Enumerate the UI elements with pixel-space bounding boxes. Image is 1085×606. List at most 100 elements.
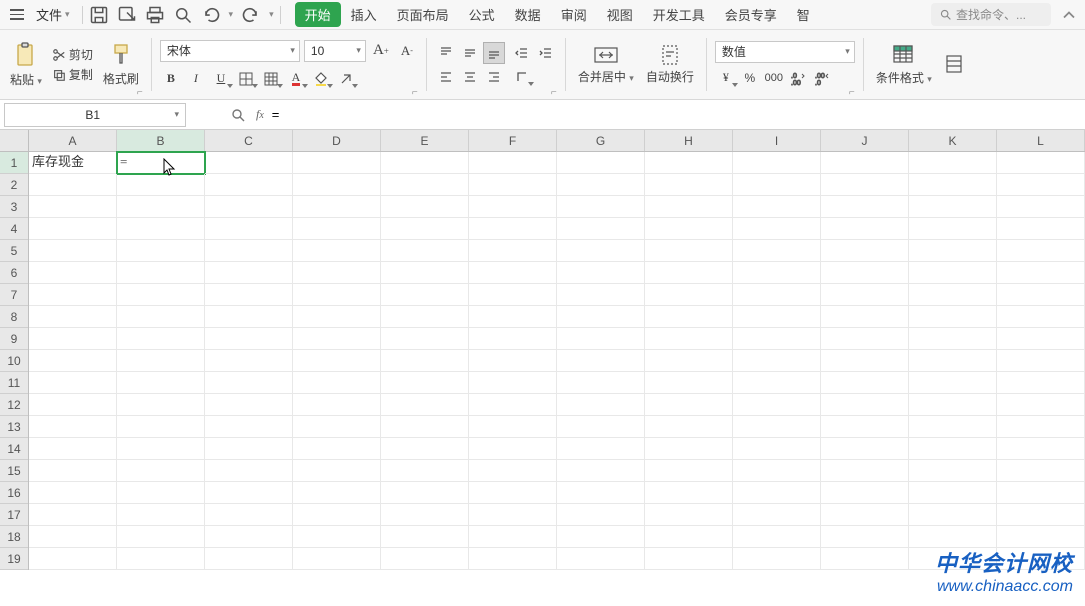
currency-icon[interactable]: ¥ (715, 67, 737, 89)
cell[interactable] (469, 526, 557, 548)
redo-icon[interactable] (241, 5, 261, 25)
cell[interactable] (733, 548, 821, 570)
cell[interactable] (381, 460, 469, 482)
row-header[interactable]: 6 (0, 262, 28, 284)
cell[interactable] (997, 152, 1085, 174)
cell[interactable] (293, 262, 381, 284)
cell[interactable] (557, 174, 645, 196)
dialog-launcher-icon[interactable]: ⌐ (137, 87, 147, 97)
cell[interactable] (381, 262, 469, 284)
cell[interactable] (469, 284, 557, 306)
row-header[interactable]: 4 (0, 218, 28, 240)
cell[interactable] (469, 328, 557, 350)
row-header[interactable]: 2 (0, 174, 28, 196)
cell[interactable] (733, 240, 821, 262)
cell[interactable] (997, 460, 1085, 482)
cell[interactable] (909, 504, 997, 526)
column-header[interactable]: K (909, 130, 997, 151)
row-header[interactable]: 15 (0, 460, 28, 482)
cell[interactable] (205, 284, 293, 306)
chevron-down-icon[interactable]: ▾ (229, 9, 234, 20)
cell[interactable] (733, 460, 821, 482)
cell[interactable] (117, 482, 205, 504)
cell[interactable] (469, 548, 557, 570)
row-header[interactable]: 11 (0, 372, 28, 394)
tab-extra[interactable]: 智 (787, 1, 820, 28)
cell[interactable] (29, 526, 117, 548)
tab-page-layout[interactable]: 页面布局 (387, 1, 459, 28)
column-header[interactable]: L (997, 130, 1085, 151)
cell[interactable] (733, 284, 821, 306)
cell[interactable] (469, 438, 557, 460)
column-header[interactable]: C (205, 130, 293, 151)
font-color-icon[interactable]: A (285, 68, 307, 90)
row-header[interactable]: 16 (0, 482, 28, 504)
cell[interactable] (293, 196, 381, 218)
cell[interactable] (469, 152, 557, 174)
cell[interactable] (29, 284, 117, 306)
cell[interactable]: 库存现金 (29, 152, 117, 174)
dialog-launcher-icon[interactable]: ⌐ (412, 87, 422, 97)
cell[interactable] (645, 218, 733, 240)
align-left-icon[interactable] (435, 66, 457, 88)
cell[interactable] (557, 416, 645, 438)
number-format-dropdown[interactable]: 数值▾ (715, 41, 855, 63)
cell[interactable] (909, 174, 997, 196)
cell[interactable] (381, 416, 469, 438)
cell[interactable] (205, 548, 293, 570)
cell[interactable] (469, 504, 557, 526)
cell[interactable] (29, 262, 117, 284)
cell[interactable] (29, 240, 117, 262)
cell[interactable] (29, 504, 117, 526)
chevron-down-icon[interactable]: ▾ (269, 9, 274, 20)
name-box[interactable]: B1 ▾ (4, 103, 186, 127)
column-header[interactable]: F (469, 130, 557, 151)
command-search[interactable]: 查找命令、... (931, 3, 1051, 26)
cell[interactable] (997, 416, 1085, 438)
cell[interactable] (205, 218, 293, 240)
cell[interactable] (293, 526, 381, 548)
cell[interactable] (557, 350, 645, 372)
cell[interactable] (205, 174, 293, 196)
cell[interactable] (909, 482, 997, 504)
cell[interactable] (909, 526, 997, 548)
undo-icon[interactable] (201, 5, 221, 25)
cell[interactable] (29, 350, 117, 372)
cell[interactable] (733, 394, 821, 416)
cell[interactable] (205, 152, 293, 174)
cell[interactable] (733, 372, 821, 394)
comma-icon[interactable]: 000 (763, 67, 785, 89)
align-bottom-icon[interactable] (483, 42, 505, 64)
cell[interactable] (381, 152, 469, 174)
collapse-ribbon-icon[interactable] (1059, 5, 1079, 25)
cell[interactable] (821, 152, 909, 174)
cell[interactable] (997, 438, 1085, 460)
cell[interactable] (381, 218, 469, 240)
column-header[interactable]: G (557, 130, 645, 151)
font-name-dropdown[interactable]: 宋体▾ (160, 40, 300, 62)
cell[interactable]: = (117, 152, 205, 174)
cell[interactable] (557, 372, 645, 394)
decrease-decimal-icon[interactable]: .00.0 (811, 67, 833, 89)
column-header[interactable]: E (381, 130, 469, 151)
cell[interactable] (909, 284, 997, 306)
cell[interactable] (557, 504, 645, 526)
cell[interactable] (997, 482, 1085, 504)
cell[interactable] (29, 372, 117, 394)
cut-button[interactable]: 剪切 (52, 46, 93, 63)
cell[interactable] (293, 438, 381, 460)
cell[interactable] (381, 504, 469, 526)
cell[interactable] (645, 328, 733, 350)
column-header[interactable]: A (29, 130, 117, 151)
row-header[interactable]: 14 (0, 438, 28, 460)
cell[interactable] (29, 196, 117, 218)
cell[interactable] (997, 394, 1085, 416)
cell[interactable] (645, 174, 733, 196)
cell[interactable] (557, 218, 645, 240)
cell[interactable] (117, 328, 205, 350)
cell[interactable] (909, 262, 997, 284)
row-header[interactable]: 5 (0, 240, 28, 262)
cell[interactable] (645, 240, 733, 262)
conditional-format-button[interactable]: 条件格式 ▾ (872, 41, 936, 88)
cell[interactable] (381, 284, 469, 306)
